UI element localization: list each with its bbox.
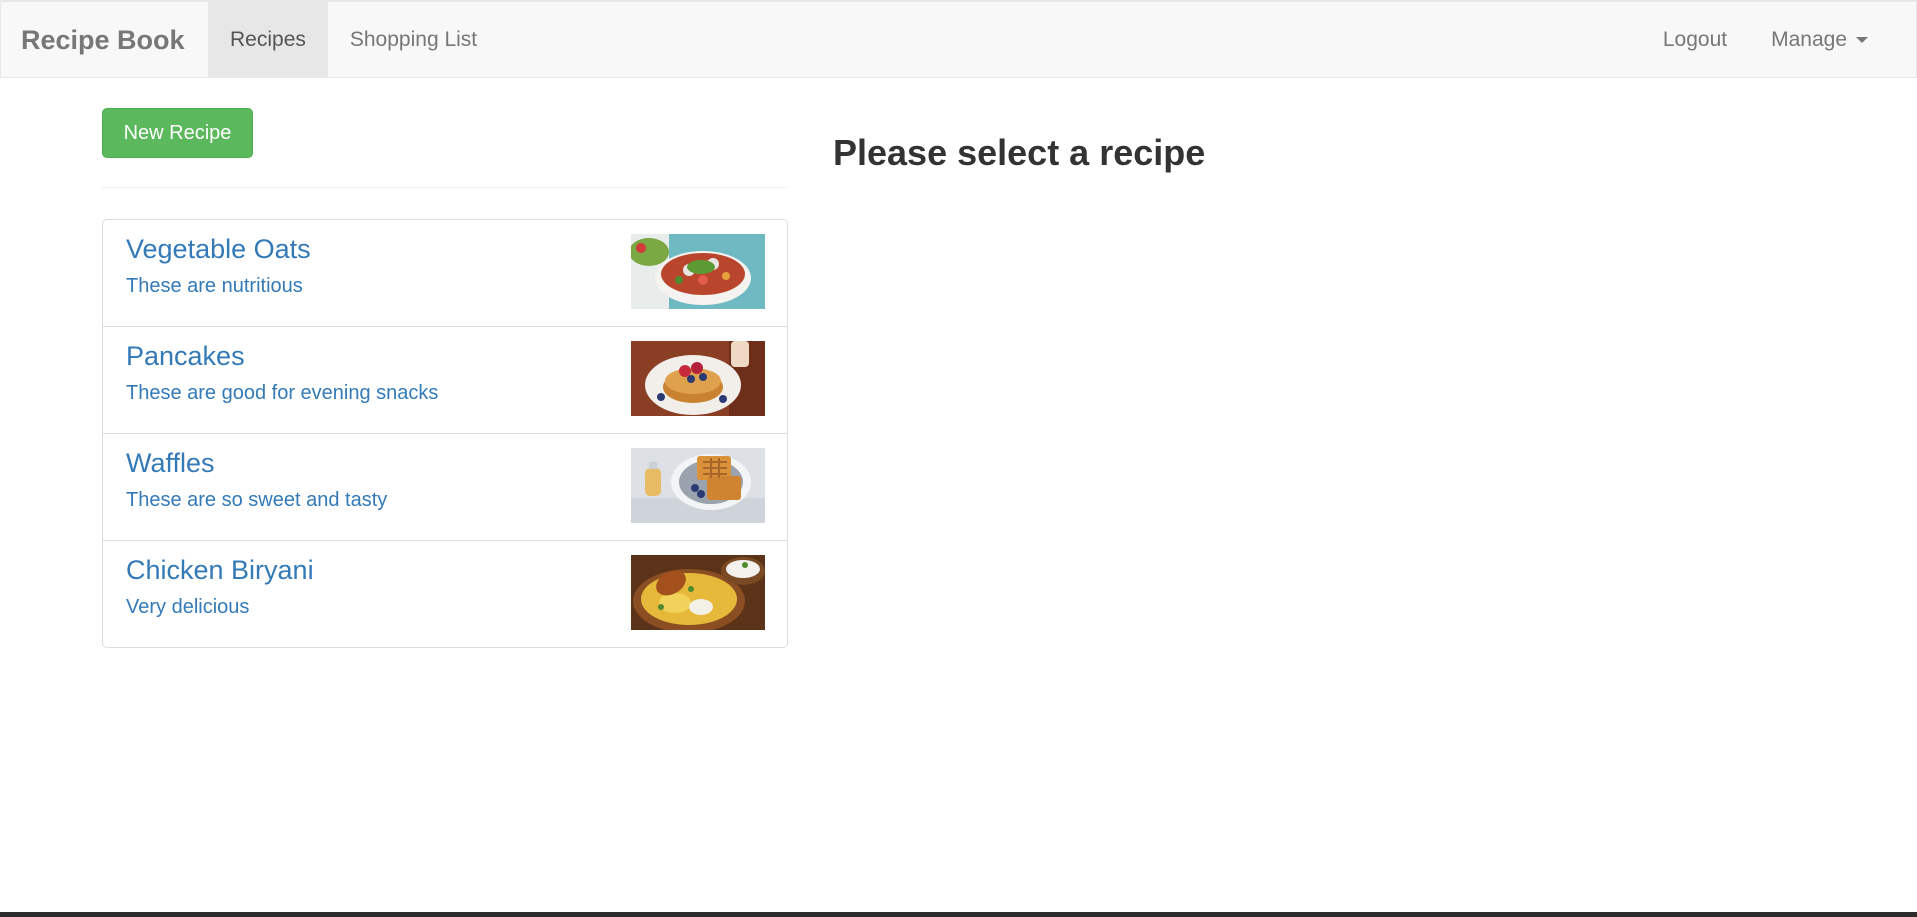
recipe-name: Pancakes bbox=[126, 341, 245, 371]
recipe-item-vegetable-oats[interactable]: Vegetable Oats These are nutritious bbox=[102, 219, 788, 327]
recipe-item-waffles[interactable]: Waffles These are so sweet and tasty bbox=[102, 433, 788, 541]
vegetable-oats-image bbox=[631, 234, 765, 309]
nav-shopping-list[interactable]: Shopping List bbox=[328, 2, 499, 78]
recipe-description: These are good for evening snacks bbox=[126, 382, 439, 404]
recipe-description: These are so sweet and tasty bbox=[126, 489, 388, 511]
recipe-item-pancakes[interactable]: Pancakes These are good for evening snac… bbox=[102, 326, 788, 434]
nav-right: Logout Manage bbox=[1641, 2, 1890, 78]
new-recipe-button[interactable]: New Recipe bbox=[102, 108, 253, 158]
nav-recipes[interactable]: Recipes bbox=[208, 2, 328, 78]
brand-logo[interactable]: Recipe Book bbox=[21, 2, 185, 78]
pancakes-image bbox=[631, 341, 765, 416]
nav-manage-dropdown[interactable]: Manage bbox=[1749, 2, 1890, 78]
nav-logout[interactable]: Logout bbox=[1641, 2, 1749, 78]
caret-down-icon bbox=[1856, 37, 1868, 44]
recipe-list: Vegetable Oats These are nutritious Panc… bbox=[102, 219, 788, 648]
waffles-image bbox=[631, 448, 765, 523]
chicken-biryani-image bbox=[631, 555, 765, 630]
recipe-name: Waffles bbox=[126, 448, 215, 478]
select-recipe-placeholder: Please select a recipe bbox=[833, 132, 1206, 173]
recipe-description: These are nutritious bbox=[126, 275, 303, 297]
recipe-item-chicken-biryani[interactable]: Chicken Biryani Very delicious bbox=[102, 540, 788, 648]
navbar: Recipe Book Recipes Shopping List Logout… bbox=[0, 0, 1917, 78]
nav-left: Recipes Shopping List bbox=[208, 2, 499, 78]
recipe-name: Chicken Biryani bbox=[126, 555, 314, 585]
recipe-name: Vegetable Oats bbox=[126, 234, 311, 264]
divider bbox=[102, 187, 787, 188]
recipe-description: Very delicious bbox=[126, 596, 250, 618]
nav-manage-label: Manage bbox=[1771, 28, 1847, 51]
window-bottom-edge bbox=[0, 912, 1917, 917]
